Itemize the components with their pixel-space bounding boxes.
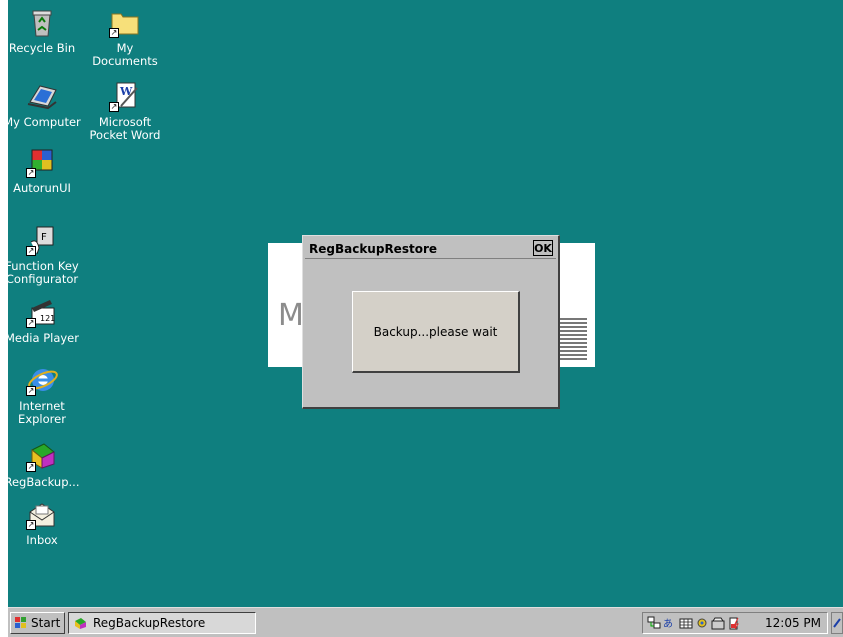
media-player-icon: 121 ↗ xyxy=(26,296,58,328)
show-desktop-icon[interactable] xyxy=(831,612,843,634)
desktop-icon-label: RegBackup... xyxy=(8,475,80,489)
desktop-icon-internet-explorer[interactable]: ↗ Internet Explorer xyxy=(8,364,84,426)
desktop-icon-label: Internet Explorer xyxy=(18,399,66,426)
desktop-icon-pocket-word[interactable]: W ↗ Microsoft Pocket Word xyxy=(83,80,167,142)
network-icon[interactable] xyxy=(647,616,661,630)
folder-icon: ↗ xyxy=(109,6,141,38)
desktop-icon-media-player[interactable]: 121 ↗ Media Player xyxy=(8,296,84,345)
taskbar-item-label: RegBackupRestore xyxy=(93,616,206,630)
desktop-icon-recycle-bin[interactable]: Recycle Bin xyxy=(8,6,84,55)
taskbar-item-regbackuprestore[interactable]: RegBackupRestore xyxy=(68,612,256,634)
word-document-icon: W ↗ xyxy=(109,80,141,112)
clock[interactable]: 12:05 PM xyxy=(765,616,821,630)
desktop-icon-function-key-configurator[interactable]: F ↗ Function Key Configurator xyxy=(8,224,84,286)
regbackup-dialog: RegBackupRestore OK Backup...please wait xyxy=(302,235,560,409)
desktop-icon-label: Recycle Bin xyxy=(8,41,76,55)
input-method-icon[interactable]: あ xyxy=(663,616,677,630)
recycle-bin-icon xyxy=(26,6,58,38)
function-key-icon: F ↗ xyxy=(26,224,58,256)
desktop-icon-inbox[interactable]: ↗ Inbox xyxy=(8,498,84,547)
desktop-icon-label: AutorunUI xyxy=(13,181,71,195)
inbox-icon: ↗ xyxy=(26,498,58,530)
desktop-icon-label: Microsoft Pocket Word xyxy=(89,115,161,142)
desktop: Recycle Bin ↗ My Documents My Computer W… xyxy=(8,0,843,637)
keyboard-icon[interactable] xyxy=(679,616,693,630)
svg-text:F: F xyxy=(41,232,47,243)
status-message: Backup...please wait xyxy=(373,325,498,339)
internet-explorer-icon: ↗ xyxy=(26,364,58,396)
regbackup-icon: ↗ xyxy=(26,440,58,472)
start-label: Start xyxy=(31,616,61,630)
desktop-icon-label: My Computer xyxy=(8,115,81,129)
ok-button[interactable]: OK xyxy=(533,240,553,256)
dialog-title: RegBackupRestore xyxy=(309,242,437,256)
autorun-icon: ↗ xyxy=(26,146,58,178)
desktop-icon-label: My Documents xyxy=(92,41,158,68)
start-button[interactable]: Start xyxy=(10,612,65,634)
settings-icon[interactable] xyxy=(695,616,709,630)
regbackup-icon xyxy=(73,616,88,630)
wallpaper-logo-stripes xyxy=(557,318,587,360)
taskbar: Start RegBackupRestore あ 12:05 PM xyxy=(8,607,843,637)
battery-icon[interactable] xyxy=(727,616,741,630)
svg-text:121: 121 xyxy=(40,314,55,323)
desktop-icon-my-computer[interactable]: My Computer xyxy=(8,80,84,129)
desktop-icon-regbackup[interactable]: ↗ RegBackup... xyxy=(8,440,84,489)
desktop-icon-label: Inbox xyxy=(26,533,58,547)
computer-icon xyxy=(26,80,58,112)
desktop-icon-autorunui[interactable]: ↗ AutorunUI xyxy=(8,146,84,195)
svg-text:あ: あ xyxy=(663,618,673,630)
dialog-title-bar[interactable]: RegBackupRestore OK xyxy=(305,238,556,259)
wallpaper-logo-letter: M xyxy=(278,298,304,333)
system-tray: あ 12:05 PM xyxy=(642,612,828,634)
desktop-icon-label: Media Player xyxy=(8,331,79,345)
desktop-icon-my-documents[interactable]: ↗ My Documents xyxy=(83,6,167,68)
windows-flag-icon xyxy=(14,616,28,630)
desktop-icon-label: Function Key Configurator xyxy=(8,259,79,286)
message-panel: Backup...please wait xyxy=(352,291,520,373)
disk-icon[interactable] xyxy=(711,616,725,630)
